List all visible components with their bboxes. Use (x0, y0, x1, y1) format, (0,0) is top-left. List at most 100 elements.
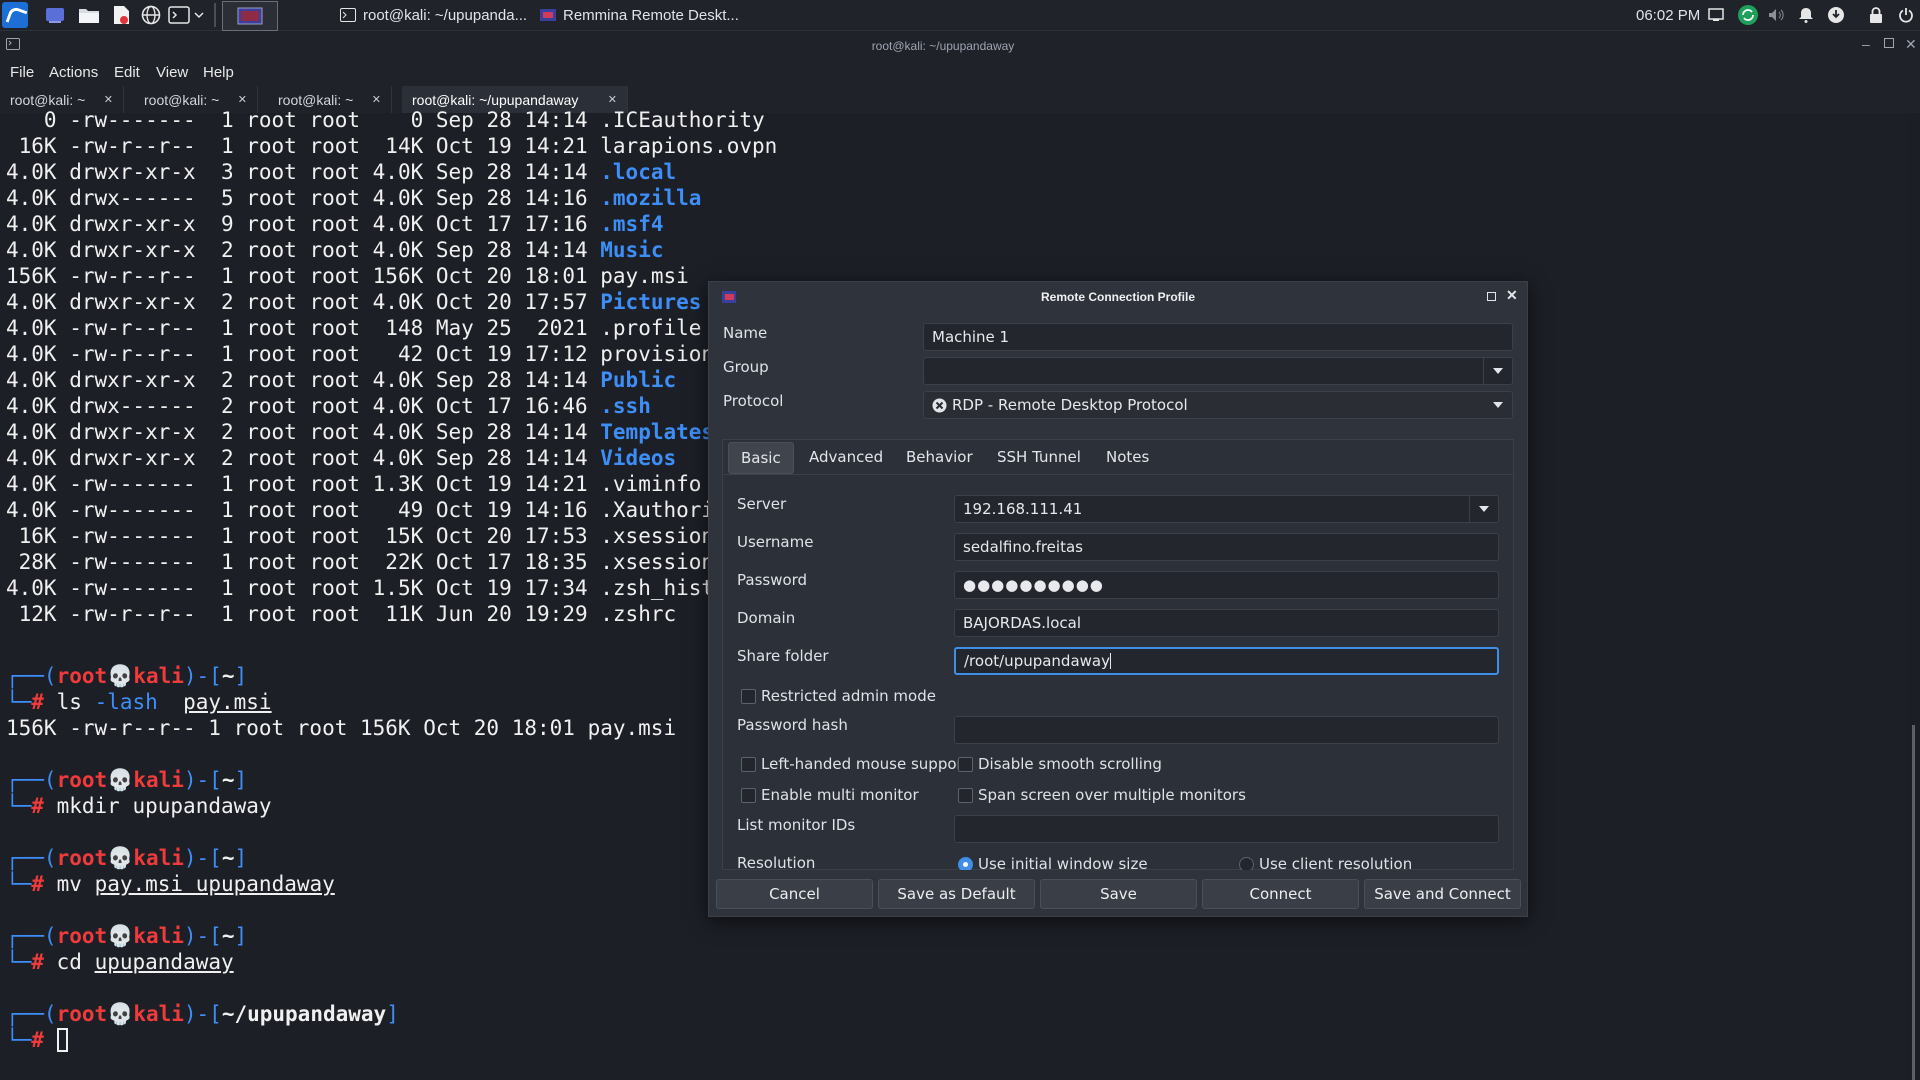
share-folder-input[interactable]: /root/upupandaway (954, 647, 1499, 675)
directory-name: Pictures (600, 290, 702, 314)
save-and-connect-button[interactable]: Save and Connect (1364, 879, 1521, 909)
chevron-down-icon[interactable] (1483, 358, 1512, 384)
file-block-size: 16K (6, 524, 57, 548)
web-browser-icon[interactable] (140, 4, 162, 26)
name-input[interactable]: Machine 1 (923, 323, 1513, 351)
chevron-down-icon[interactable] (1469, 496, 1498, 522)
tab-behavior[interactable]: Behavior (894, 442, 985, 472)
text-editor-icon[interactable] (110, 4, 132, 26)
menu-edit[interactable]: Edit (114, 64, 140, 81)
save-as-default-button[interactable]: Save as Default (878, 879, 1035, 909)
close-icon[interactable]: ✕ (1905, 36, 1917, 53)
ls-row: 4.0K drwxr-xr-x 2 root root 4.0K Sep 28 … (6, 419, 714, 445)
terminal-titlebar[interactable]: root@kali: ~/upupandaway – ✕ (0, 31, 1920, 61)
close-icon[interactable]: ✕ (1506, 287, 1518, 304)
menu-file[interactable]: File (10, 64, 34, 81)
file-manager-icon[interactable] (78, 4, 100, 26)
server-label: Server (737, 495, 787, 513)
ls-row: 4.0K drwxr-xr-x 2 root root 4.0K Sep 28 … (6, 367, 676, 393)
username-input[interactable]: sedalfino.freitas (954, 533, 1499, 561)
share-folder-label: Share folder (737, 647, 829, 665)
menu-actions[interactable]: Actions (49, 64, 98, 81)
taskbar-item-terminal[interactable]: root@kali: ~/upupanda... (340, 3, 527, 27)
network-icon[interactable] (1826, 5, 1846, 25)
tab-close-icon[interactable]: ✕ (372, 93, 381, 106)
logout-icon[interactable] (1896, 5, 1916, 25)
show-desktop-icon[interactable] (44, 4, 66, 26)
prompt-host: kali (133, 664, 184, 688)
volume-icon[interactable] (1766, 5, 1786, 25)
server-combobox[interactable]: 192.168.111.41 (954, 495, 1499, 523)
directory-name: .ssh (600, 394, 651, 418)
notifications-icon[interactable] (1796, 5, 1816, 25)
file-size: 4.0K (372, 212, 424, 236)
cancel-button[interactable]: Cancel (716, 879, 873, 909)
file-meta: drwxr-xr-x 2 root root (56, 446, 373, 470)
restricted-admin-checkbox[interactable] (741, 689, 756, 704)
maximize-icon[interactable] (1884, 38, 1894, 48)
ls-row: 4.0K drwxr-xr-x 3 root root 4.0K Sep 28 … (6, 159, 676, 185)
tab-ssh-tunnel[interactable]: SSH Tunnel (985, 442, 1093, 472)
taskbar-item-remmina[interactable]: Remmina Remote Deskt... (540, 3, 739, 27)
lock-icon[interactable] (1866, 5, 1886, 25)
command-target: pay.msi (183, 690, 272, 714)
file-name: larapions.ovpn (600, 134, 778, 158)
prompt-line: ┌──(root💀kali)-[~] (6, 768, 248, 792)
clock[interactable]: 06:02 PM (1636, 3, 1700, 27)
file-block-size: 4.0K (6, 316, 57, 340)
chevron-down-icon[interactable] (192, 4, 206, 26)
menu-view[interactable]: View (156, 64, 188, 81)
minimize-icon[interactable]: – (1862, 36, 1870, 52)
directory-name: Public (600, 368, 677, 392)
menu-help[interactable]: Help (203, 64, 234, 81)
file-meta: drwx------ 5 root root (56, 186, 373, 210)
tab-basic[interactable]: Basic (728, 442, 794, 474)
file-meta: drwxr-xr-x 9 root root (56, 212, 373, 236)
ls-row: 0 -rw------- 1 root root 0 Sep 28 14:14 … (6, 107, 765, 133)
password-input[interactable]: ●●●●●●●●●● (954, 571, 1499, 599)
password-hash-input[interactable] (954, 716, 1499, 744)
span-screen-checkbox[interactable] (958, 788, 973, 803)
monitor-ids-input[interactable] (954, 815, 1499, 843)
file-block-size: 4.0K (6, 420, 57, 444)
maximize-icon[interactable] (1487, 292, 1496, 301)
tab-notes[interactable]: Notes (1094, 442, 1161, 472)
kali-menu-icon[interactable] (2, 2, 28, 28)
update-icon[interactable] (1737, 4, 1759, 26)
connect-button[interactable]: Connect (1202, 879, 1359, 909)
protocol-select[interactable]: RDP - Remote Desktop Protocol (923, 391, 1513, 419)
terminal-scrollbar[interactable] (1912, 725, 1915, 1080)
file-date: Jun 20 19:29 (435, 602, 588, 626)
workspace-switcher[interactable] (222, 1, 278, 31)
disable-smooth-scrolling-checkbox[interactable] (958, 757, 973, 772)
save-button[interactable]: Save (1040, 879, 1197, 909)
command-name: mv (56, 872, 82, 896)
protocol-value: RDP - Remote Desktop Protocol (952, 396, 1188, 414)
command-line: └─# cd upupandaway (6, 950, 234, 974)
chevron-down-icon[interactable] (1484, 392, 1512, 418)
file-meta: -rw------- 1 root root (56, 108, 373, 132)
tab-close-icon[interactable]: ✕ (238, 93, 247, 106)
file-block-size: 4.0K (6, 576, 57, 600)
multi-monitor-checkbox[interactable] (741, 788, 756, 803)
command-line: └─# ls -lash pay.msi (6, 690, 272, 714)
ls-row: 4.0K -rw------- 1 root root 1.3K Oct 19 … (6, 471, 701, 497)
tab-close-icon[interactable]: ✕ (104, 93, 113, 106)
tab-close-icon[interactable]: ✕ (608, 93, 617, 106)
protocol-label: Protocol (723, 392, 784, 410)
group-combobox[interactable] (923, 357, 1513, 385)
prompt-path: ~ (221, 664, 235, 688)
file-name: .zshrc (600, 602, 677, 626)
tab-advanced[interactable]: Advanced (797, 442, 895, 472)
password-label: Password (737, 571, 808, 589)
terminal-launcher-icon[interactable] (168, 4, 190, 26)
file-block-size: 4.0K (6, 186, 57, 210)
command-name: ls (56, 690, 82, 714)
file-meta: -rw-r--r-- 1 root root (56, 264, 373, 288)
file-block-size: 4.0K (6, 160, 57, 184)
command-line-current[interactable]: └─# (6, 1027, 68, 1053)
tab-label: root@kali: ~ (144, 91, 220, 108)
display-icon[interactable] (1706, 5, 1726, 25)
domain-input[interactable]: BAJORDAS.local (954, 609, 1499, 637)
left-handed-checkbox[interactable] (741, 757, 756, 772)
